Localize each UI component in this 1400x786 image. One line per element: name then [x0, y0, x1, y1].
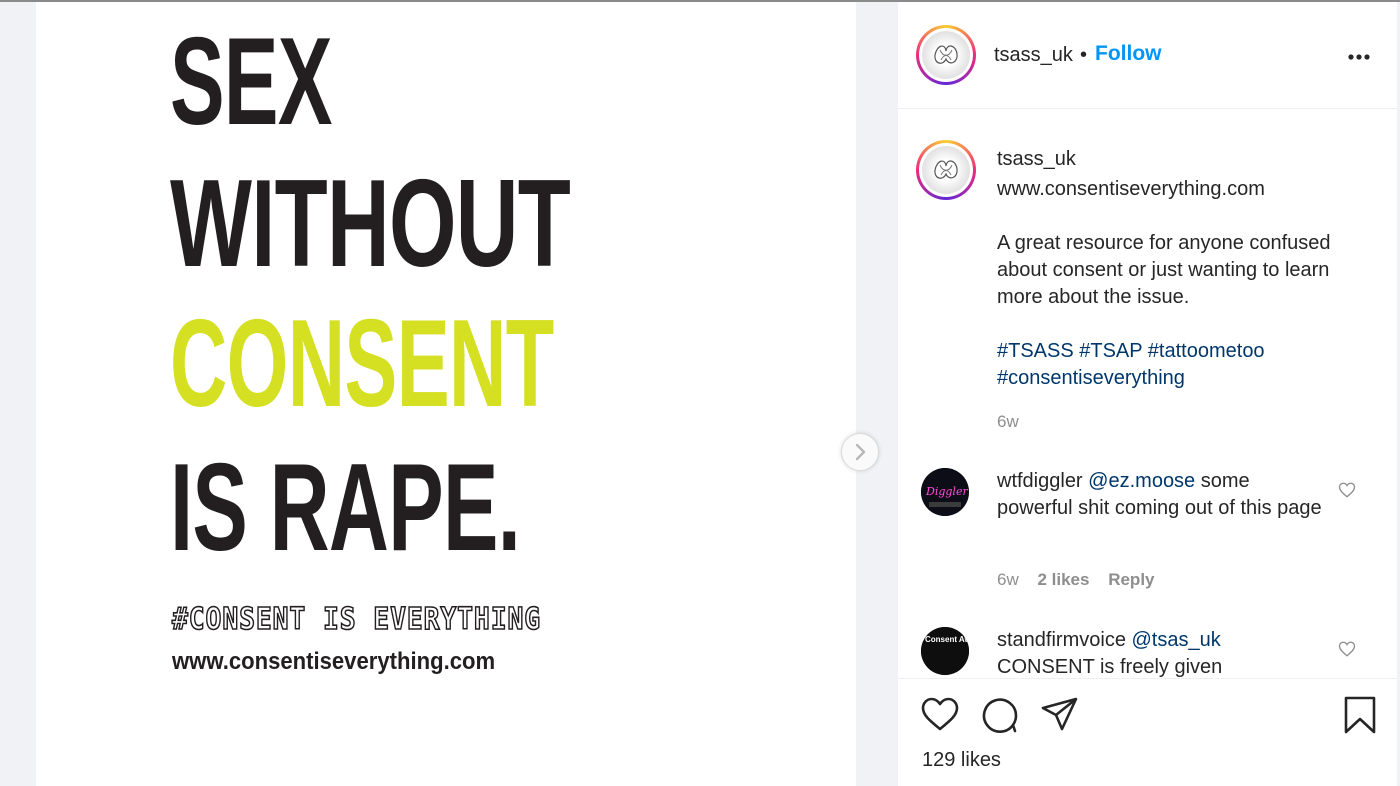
header-username[interactable]: tsass_uk — [994, 44, 1073, 67]
comment-likes[interactable]: 2 likes — [1037, 570, 1089, 589]
caption-timestamp[interactable]: 6w — [997, 412, 1019, 432]
next-slide-button[interactable] — [841, 433, 879, 471]
post-header: tsass_uk • Follow — [898, 2, 1397, 109]
caption-hashtags-1[interactable]: #TSASS #TSAP #tattoometoo — [997, 340, 1265, 362]
comment-time[interactable]: 6w — [997, 570, 1019, 589]
avatar-consent-logo: Consent Awareness Network — [921, 627, 969, 675]
comment-username[interactable]: standfirmvoice — [997, 629, 1126, 651]
reply-button[interactable]: Reply — [1108, 570, 1154, 589]
poster-line-is-rape: IS RAPE. — [170, 439, 521, 577]
chevron-right-icon — [855, 443, 866, 461]
comment-avatar-standfirmvoice[interactable]: Consent Awareness Network — [921, 627, 969, 675]
comment-text: wtfdiggler @ez.moose some powerful shit … — [997, 468, 1327, 522]
caption-avatar[interactable] — [916, 140, 976, 200]
poster-line-sex: SEX — [170, 13, 332, 151]
comment-username[interactable]: wtfdiggler — [997, 470, 1083, 492]
comment-avatar-text: Consent Awareness Network — [925, 635, 969, 644]
comment-mention[interactable]: @tsas_uk — [1132, 629, 1221, 651]
more-horizontal-icon[interactable] — [1342, 42, 1376, 72]
bookmark-icon[interactable] — [1340, 695, 1380, 735]
comments-list[interactable]: tsass_uk www.consentiseverything.com A g… — [898, 110, 1397, 678]
post-image: SEX WITHOUT CONSENT IS RAPE. #CONSENT IS… — [36, 2, 856, 786]
follow-button[interactable]: Follow — [1095, 42, 1162, 66]
avatar-logo-icon — [934, 45, 958, 64]
comment-meta: 6w 2 likes Reply — [997, 570, 1169, 590]
comment-avatar-text: Diggler! — [925, 485, 969, 498]
left-gutter — [0, 2, 36, 786]
comment-mention[interactable]: @ez.moose — [1088, 470, 1195, 492]
caption-body: www.consentiseverything.com A great reso… — [997, 178, 1331, 308]
poster-website: www.consentiseverything.com — [172, 648, 496, 675]
post-media: SEX WITHOUT CONSENT IS RAPE. #CONSENT IS… — [36, 2, 856, 786]
comment-avatar-wtfdiggler[interactable]: Diggler! — [921, 468, 969, 516]
comment-text: standfirmvoice @tsas_uk CONSENT is freel… — [997, 627, 1327, 678]
likes-count[interactable]: 129 likes — [922, 749, 1001, 772]
poster-hashtag: #CONSENT IS EVERYTHING — [171, 601, 542, 638]
comment-icon[interactable] — [980, 695, 1020, 735]
comment-like-heart-icon[interactable] — [1338, 640, 1356, 658]
poster-line-consent: CONSENT — [170, 295, 554, 433]
author-avatar[interactable] — [916, 25, 976, 85]
post-side-panel: tsass_uk • Follow tsass_uk www.consentis… — [898, 2, 1397, 786]
avatar-neon-image: Diggler! — [921, 468, 969, 516]
share-icon[interactable] — [1040, 695, 1080, 735]
avatar-logo-icon — [934, 160, 958, 179]
comment-like-heart-icon[interactable] — [1338, 481, 1356, 499]
header-separator: • — [1080, 44, 1088, 66]
poster-line-without: WITHOUT — [170, 155, 571, 293]
caption-hashtags-2[interactable]: #consentiseverything — [997, 367, 1185, 389]
caption-username[interactable]: tsass_uk — [997, 148, 1076, 171]
comment-body: CONSENT is freely given — [997, 656, 1223, 678]
heart-icon[interactable] — [920, 695, 960, 735]
post-actions: 129 likes — [898, 678, 1397, 786]
caption-text: www.consentiseverything.com A great reso… — [997, 176, 1377, 392]
media-gutter — [856, 2, 898, 786]
